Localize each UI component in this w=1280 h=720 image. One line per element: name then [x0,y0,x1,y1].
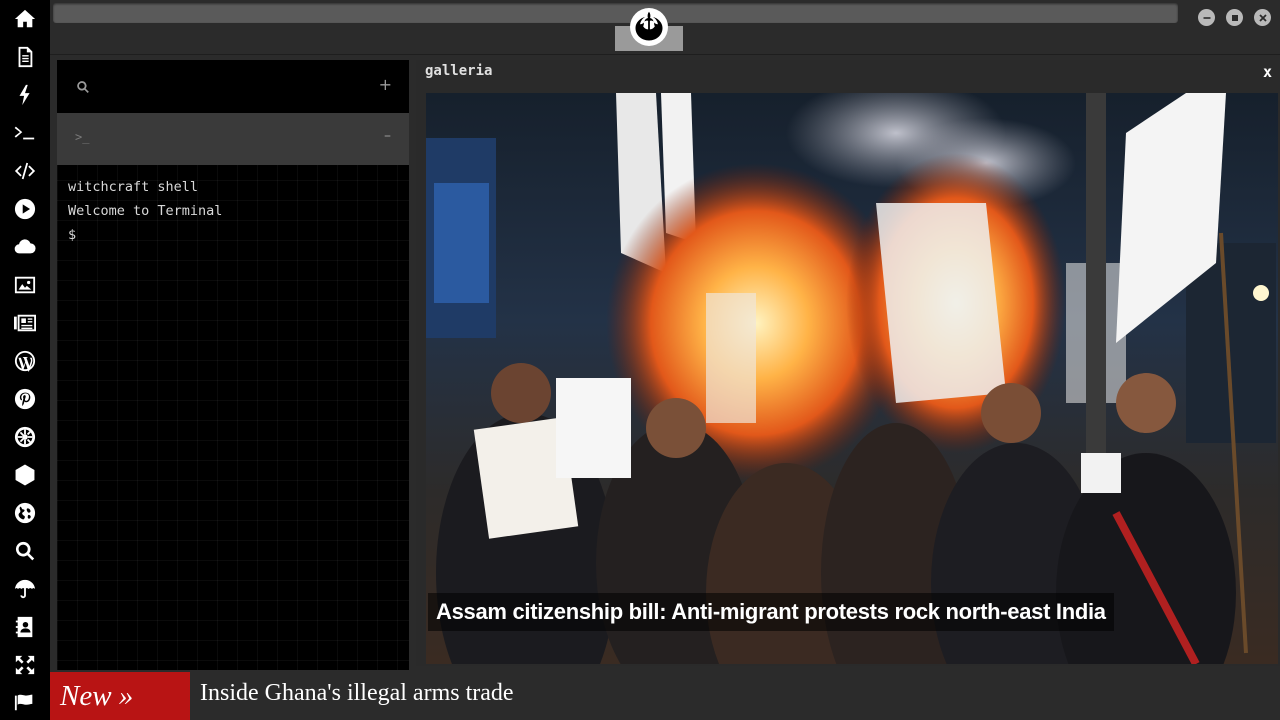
globe-icon[interactable] [13,501,37,525]
gallery-title: galleria [425,63,493,79]
play-icon[interactable] [13,197,37,221]
photo-caption[interactable]: Assam citizenship bill: Anti-migrant pro… [428,593,1114,631]
umbrella-icon[interactable] [13,577,37,601]
news-photo[interactable]: Assam citizenship bill: Anti-migrant pro… [426,93,1278,664]
wordpress-icon[interactable] [13,349,37,373]
terminal-tab[interactable]: >_ – [57,113,409,165]
flag-icon[interactable] [13,690,37,714]
document-icon[interactable] [13,45,37,69]
settings-wheel-icon[interactable] [13,425,37,449]
terminal-prompt[interactable]: $ [68,227,76,243]
terminal-panel: + >_ – witchcraft shell Welcome to Termi… [57,60,409,670]
terminal-icon[interactable] [13,121,37,145]
rebel-alliance-icon[interactable] [630,8,668,46]
pinterest-icon[interactable] [13,387,37,411]
expand-icon[interactable] [13,653,37,677]
terminal-line: witchcraft shell [68,179,199,195]
minimize-button[interactable] [1198,9,1215,26]
bolt-icon[interactable] [13,83,37,107]
search-icon[interactable] [76,79,90,98]
terminal-line: Welcome to Terminal [68,203,223,219]
news-icon[interactable] [13,311,37,335]
protest-photo-illustration [426,93,1276,664]
gallery-close-button[interactable]: x [1263,63,1272,81]
image-icon[interactable] [13,273,37,297]
ticker-headline[interactable]: Inside Ghana's illegal arms trade [200,680,514,707]
minimize-session-button[interactable]: – [384,128,391,144]
address-bar[interactable] [53,3,1178,23]
terminal-tab-prompt: >_ [75,130,90,144]
network-icon[interactable] [13,463,37,487]
cloud-icon[interactable] [13,235,37,259]
maximize-button[interactable] [1226,9,1243,26]
add-session-button[interactable]: + [379,75,392,94]
new-badge: New » [50,672,190,720]
news-ticker: New » Inside Ghana's illegal arms trade [50,672,1280,720]
contacts-icon[interactable] [13,615,37,639]
home-icon[interactable] [13,7,37,31]
search-icon[interactable] [13,539,37,563]
code-icon[interactable] [13,159,37,183]
sidebar [0,0,50,720]
window-titlebar [50,0,1280,55]
close-window-button[interactable] [1254,9,1271,26]
gallery-panel: galleria x Assam citizenship bill: Anti-… [416,60,1280,666]
terminal-search-bar[interactable]: + [57,60,409,113]
